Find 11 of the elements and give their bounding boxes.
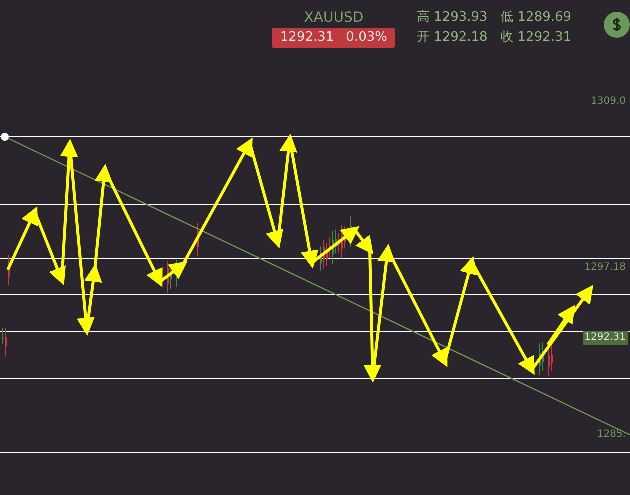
price-stat: 高 1293.93 (416, 9, 487, 27)
change-percent: 0.03% (346, 29, 388, 47)
axis-price-label: 1309.0 (590, 95, 627, 109)
price-stat: 开 1292.18 (416, 29, 487, 47)
current-price-label: 1292.31 (582, 331, 628, 345)
price-stat: 收 1292.31 (500, 29, 570, 47)
axis-price-label: 1297.18 (584, 261, 627, 275)
axis-price-label: 1285. (596, 428, 627, 442)
price-stat: 低 1289.69 (500, 9, 570, 27)
symbol-name: XAUUSD (304, 9, 364, 28)
price-value: 1292.31 (280, 29, 334, 47)
